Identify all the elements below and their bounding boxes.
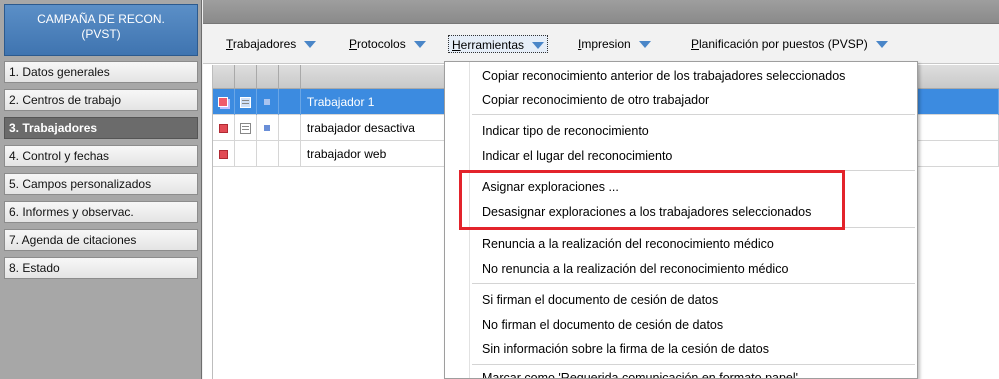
document-icon	[239, 96, 251, 108]
menu-planificacion[interactable]: Planificación por puestos (PVSP)	[688, 35, 891, 53]
menu-toolbar: Trabajadores Protocolos Herramientas Imp…	[203, 24, 999, 64]
empty-cell	[235, 141, 257, 167]
menu-planificacion-mnemonic: P	[691, 37, 700, 51]
menu-impresion[interactable]: Impresion	[575, 35, 654, 53]
grid-header-cell[interactable]	[235, 65, 257, 89]
marker-icon	[264, 99, 271, 105]
menu-trabajadores-label: rabajadores	[232, 37, 297, 51]
empty-cell	[279, 141, 301, 167]
sidebar-item-campos-personalizados[interactable]: 5. Campos personalizados	[4, 173, 198, 195]
menu-item-indicar-tipo[interactable]: Indicar tipo de reconocimiento	[482, 121, 649, 141]
menu-item-copiar-anterior[interactable]: Copiar reconocimiento anterior de los tr…	[482, 66, 845, 86]
doc-cell	[235, 115, 257, 141]
menu-herramientas-label: erramientas	[460, 38, 525, 52]
sidebar: CAMPAÑA DE RECON. (PVST) 1. Datos genera…	[0, 0, 202, 379]
empty-cell	[257, 141, 279, 167]
menu-item-renuncia[interactable]: Renuncia a la realización del reconocimi…	[482, 234, 774, 254]
menu-item-indicar-lugar[interactable]: Indicar el lugar del reconocimiento	[482, 146, 672, 166]
sidebar-item-centros-de-trabajo[interactable]: 2. Centros de trabajo	[4, 89, 198, 111]
marker-icon	[264, 125, 271, 131]
menu-protocolos-label: rotocolos	[357, 37, 406, 51]
chevron-down-icon	[875, 41, 888, 49]
menu-protocolos[interactable]: Protocolos	[346, 35, 429, 53]
menu-planificacion-label: lanificación por puestos (PVSP)	[699, 37, 868, 51]
highlight-annotation	[459, 170, 845, 230]
status-flag-icon	[218, 97, 229, 107]
menu-herramientas-mnemonic: H	[452, 38, 461, 52]
menu-item-no-renuncia[interactable]: No renuncia a la realización del reconoc…	[482, 259, 788, 279]
status-cell	[213, 141, 235, 167]
sidebar-item-trabajadores[interactable]: 3. Trabajadores	[4, 117, 198, 139]
menu-item-no-firman[interactable]: No firman el documento de cesión de dato…	[482, 315, 723, 335]
campaign-header: CAMPAÑA DE RECON. (PVST)	[4, 4, 198, 56]
document-icon	[239, 122, 251, 134]
menu-item-copiar-otro[interactable]: Copiar reconocimiento de otro trabajador	[482, 90, 709, 110]
status-flag-icon	[218, 123, 228, 133]
sidebar-item-estado[interactable]: 8. Estado	[4, 257, 198, 279]
empty-cell	[279, 89, 301, 115]
sidebar-item-control-y-fechas[interactable]: 4. Control y fechas	[4, 145, 198, 167]
chevron-down-icon	[304, 41, 317, 49]
menu-trabajadores[interactable]: Trabajadores	[223, 35, 319, 53]
chevron-down-icon	[638, 41, 651, 49]
sidebar-item-datos-generales[interactable]: 1. Datos generales	[4, 61, 198, 83]
status-cell	[213, 115, 235, 141]
menu-impresion-label: mpresion	[581, 37, 631, 51]
chevron-down-icon	[532, 42, 545, 50]
marker-cell	[257, 89, 279, 115]
campaign-title: CAMPAÑA DE RECON.	[37, 12, 165, 26]
menu-item-sin-informacion[interactable]: Sin información sobre la firma de la ces…	[482, 339, 769, 359]
marker-cell	[257, 115, 279, 141]
grid-header-cell[interactable]	[257, 65, 279, 89]
menu-separator	[472, 114, 915, 115]
menu-trabajadores-mnemonic: T	[226, 37, 233, 51]
menu-item-si-firman[interactable]: Si firman el documento de cesión de dato…	[482, 290, 718, 310]
chevron-down-icon	[413, 41, 426, 49]
grid-header-cell[interactable]	[213, 65, 235, 89]
title-bar	[203, 0, 999, 24]
empty-cell	[279, 115, 301, 141]
status-flag-icon	[218, 149, 228, 159]
doc-cell	[235, 89, 257, 115]
menu-separator	[472, 283, 915, 284]
menu-herramientas[interactable]: Herramientas	[448, 35, 549, 53]
menu-protocolos-mnemonic: P	[349, 37, 358, 51]
status-cell	[213, 89, 235, 115]
grid-header-cell[interactable]	[279, 65, 301, 89]
menu-item-marcar-papel[interactable]: Marcar como 'Requerida comunicación en f…	[482, 368, 798, 378]
sidebar-item-agenda[interactable]: 7. Agenda de citaciones	[4, 229, 198, 251]
campaign-subtitle: (PVST)	[81, 27, 121, 41]
menu-separator	[472, 364, 915, 365]
sidebar-item-informes[interactable]: 6. Informes y observac.	[4, 201, 198, 223]
